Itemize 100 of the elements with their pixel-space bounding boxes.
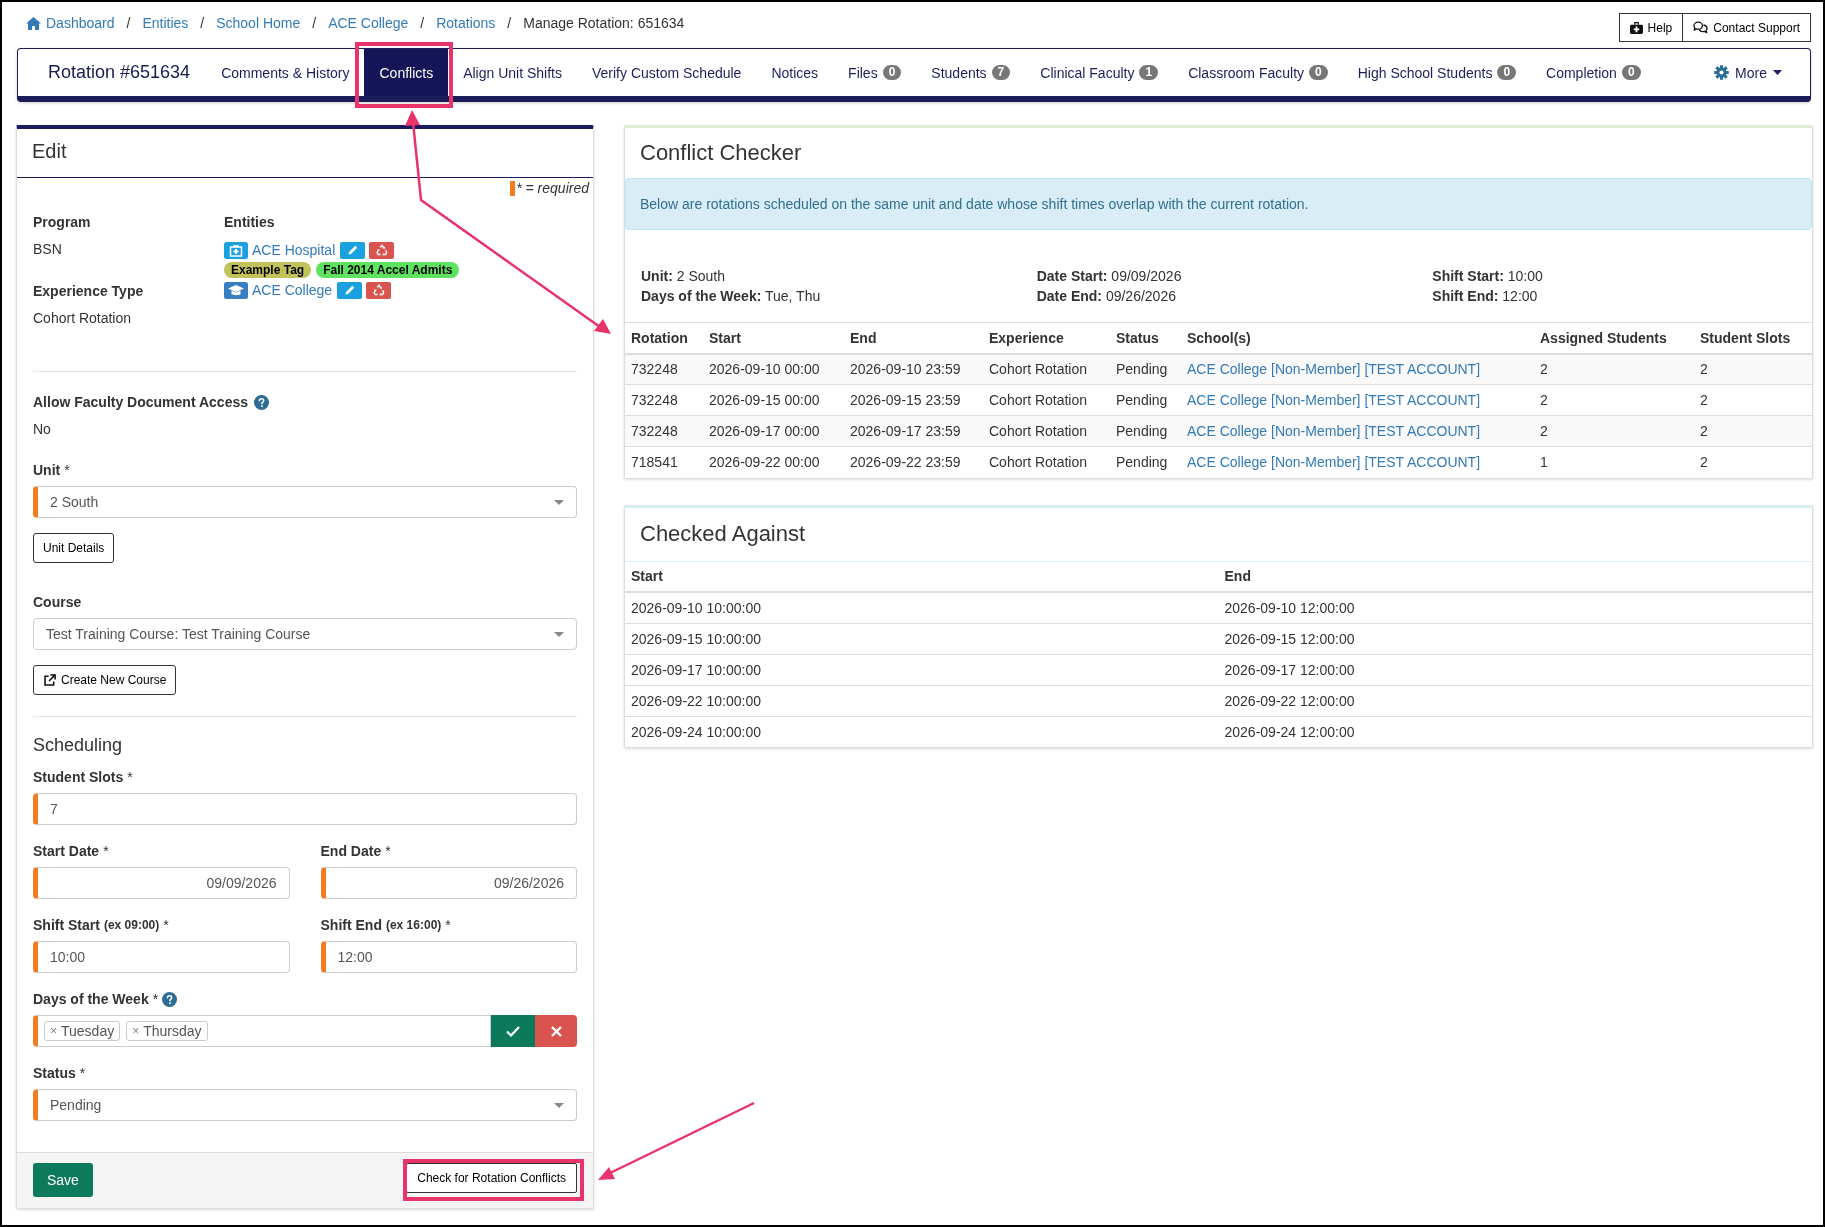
column-header: School(s) xyxy=(1181,322,1534,354)
recycle-icon xyxy=(372,284,385,296)
field-label: Status xyxy=(33,1064,76,1083)
input-field[interactable]: 7 xyxy=(33,793,577,825)
support-button[interactable]: Contact Support xyxy=(1683,13,1811,42)
panel-title: Conflict Checker xyxy=(640,140,802,166)
nav-tab[interactable]: Notices xyxy=(756,49,834,96)
nav-tab[interactable]: Align Unit Shifts xyxy=(448,49,577,96)
nav-tab[interactable]: Comments & History xyxy=(206,49,365,96)
column-header: Rotation xyxy=(625,322,703,354)
field-label: Entities xyxy=(224,213,275,232)
school-link[interactable]: ACE College [Non-Member] [TEST ACCOUNT] xyxy=(1187,423,1481,439)
table-cell: 1 xyxy=(1534,446,1694,478)
rotation-title: Rotation #651634 xyxy=(47,61,191,84)
summary-label: Date Start: xyxy=(1036,268,1108,284)
confirm-button[interactable] xyxy=(491,1015,535,1047)
field-hint: (ex 09:00) xyxy=(103,917,160,934)
date-field[interactable]: 09/26/2026 xyxy=(320,867,577,899)
home-icon xyxy=(26,16,41,30)
required-asterisk: * xyxy=(445,916,451,935)
field-value: Cohort Rotation xyxy=(33,309,132,328)
field-label: Unit xyxy=(33,461,61,480)
breadcrumb-separator: / xyxy=(199,14,206,33)
table-cell: 2026-09-24 12:00:00 xyxy=(1218,716,1812,747)
table-cell: 2 xyxy=(1694,384,1812,416)
breadcrumb-current: Manage Rotation: 651634 xyxy=(523,14,685,33)
count-badge: 0 xyxy=(1497,65,1517,80)
caret-icon xyxy=(554,499,564,505)
nav-tab[interactable]: Completion 0 xyxy=(1531,49,1656,96)
required-asterisk: * xyxy=(152,990,159,1009)
breadcrumb-link[interactable]: Entities xyxy=(142,13,189,33)
breadcrumb-link[interactable]: Dashboard xyxy=(26,13,115,33)
nav-tab[interactable]: Classroom Faculty 0 xyxy=(1173,49,1343,96)
column-header: Student Slots xyxy=(1694,322,1812,354)
table-cell: 2 xyxy=(1694,353,1812,385)
select-field[interactable]: Pending xyxy=(33,1089,577,1121)
school-link[interactable]: ACE College [Non-Member] [TEST ACCOUNT] xyxy=(1187,361,1481,378)
day-label: Thursday xyxy=(143,1023,202,1039)
more-menu[interactable]: More xyxy=(1699,49,1810,96)
pencil-icon xyxy=(346,244,359,256)
nav-tab[interactable]: Clinical Faculty 1 xyxy=(1025,49,1174,96)
field-label: Allow Faculty Document Access xyxy=(33,393,248,412)
tags-field[interactable]: × Tuesday × Thursday xyxy=(33,1015,491,1047)
table-cell: Cohort Rotation xyxy=(983,446,1110,478)
input-field[interactable]: 12:00 xyxy=(320,941,577,973)
entity-link[interactable]: ACE Hospital xyxy=(252,242,336,258)
field-label: Start Date xyxy=(33,842,100,861)
edit-button[interactable] xyxy=(340,241,366,259)
summary-label: Shift End: xyxy=(1432,288,1499,304)
table-cell: 2 xyxy=(1534,415,1694,447)
table-cell: Cohort Rotation xyxy=(983,353,1110,385)
table-cell: 2026-09-15 12:00:00 xyxy=(1218,623,1812,654)
help-button[interactable]: Help xyxy=(1618,13,1684,42)
details-button[interactable]: Unit Details xyxy=(33,533,115,563)
nav-tab[interactable]: Conflicts xyxy=(364,49,449,96)
save-button[interactable]: Save xyxy=(33,1163,93,1197)
entity-link[interactable]: ACE College xyxy=(252,282,333,298)
date-field[interactable]: 09/09/2026 xyxy=(33,867,290,899)
breadcrumb-link[interactable]: Rotations xyxy=(436,13,496,33)
recycle-button[interactable] xyxy=(366,281,392,299)
nav-tab[interactable]: Files 0 xyxy=(833,49,917,96)
entity-tag: Fall 2014 Accel Admits xyxy=(316,262,460,278)
breadcrumb-separator: / xyxy=(125,14,132,33)
summary-label: Date End: xyxy=(1036,288,1102,304)
edit-button[interactable] xyxy=(337,281,363,299)
table-cell: 2026-09-22 10:00:00 xyxy=(625,685,1219,716)
select-field[interactable]: Test Training Course: Test Training Course xyxy=(33,618,577,650)
required-asterisk: * xyxy=(103,842,109,861)
check-icon xyxy=(506,1025,520,1037)
breadcrumb-separator: / xyxy=(311,14,318,33)
school-link[interactable]: ACE College [Non-Member] [TEST ACCOUNT] xyxy=(1187,392,1481,408)
nav-tab[interactable]: Verify Custom Schedule xyxy=(577,49,757,96)
table-cell: 2 xyxy=(1694,415,1812,447)
select-field[interactable]: 2 South xyxy=(33,486,577,518)
breadcrumb-link[interactable]: School Home xyxy=(216,13,301,33)
nav-tab[interactable]: High School Students 0 xyxy=(1342,49,1532,96)
field-label: Experience Type xyxy=(33,282,144,301)
first-aid-kit-icon xyxy=(1629,21,1643,34)
table-cell: 2026-09-17 10:00:00 xyxy=(625,654,1219,685)
table-cell: 2026-09-22 23:59 xyxy=(844,446,983,478)
create-course-button[interactable]: Create New Course xyxy=(33,665,177,695)
summary-value: 2 South xyxy=(676,268,726,284)
summary-value: 10:00 xyxy=(1507,268,1543,284)
breadcrumb-link[interactable]: ACE College xyxy=(328,13,409,33)
input-field[interactable]: 10:00 xyxy=(33,941,290,973)
check-conflicts-button[interactable]: Check for Rotation Conflicts xyxy=(406,1163,577,1193)
clear-button[interactable] xyxy=(535,1015,577,1047)
required-asterisk: * xyxy=(79,1064,86,1083)
field-label: Shift End xyxy=(320,916,382,935)
column-header: Experience xyxy=(983,322,1110,354)
remove-day-button[interactable]: × xyxy=(50,1024,57,1038)
nav-tab[interactable]: Students 7 xyxy=(916,49,1026,96)
info-message: Below are rotations scheduled on the same unit and date whose shift times overlap with the current rotation. xyxy=(625,178,1812,230)
table-cell: 732248 xyxy=(625,415,703,447)
recycle-button[interactable] xyxy=(369,241,395,259)
remove-day-button[interactable]: × xyxy=(132,1024,140,1038)
field-value: BSN xyxy=(33,240,62,259)
school-link[interactable]: ACE College [Non-Member] [TEST ACCOUNT] xyxy=(1187,454,1481,471)
table-cell: 732248 xyxy=(625,384,703,416)
table-cell: 2026-09-15 10:00:00 xyxy=(625,623,1219,654)
